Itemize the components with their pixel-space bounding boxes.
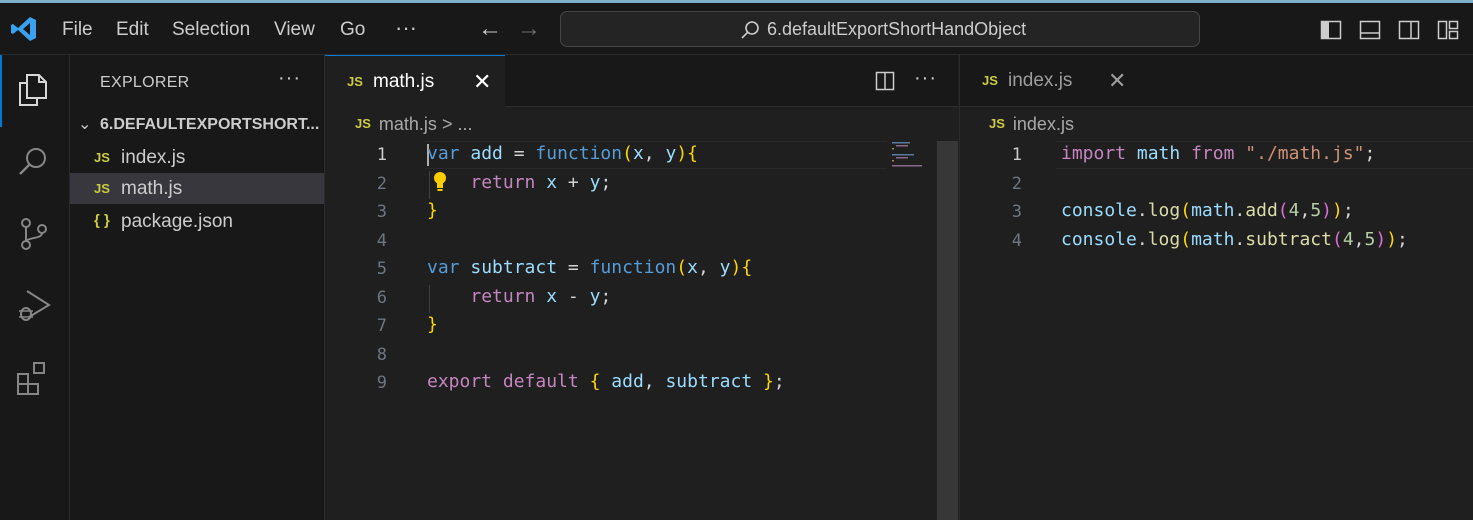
minimap[interactable] bbox=[892, 141, 932, 167]
code-line: var subtract = function(x, y){ bbox=[427, 257, 753, 278]
code-area-math[interactable]: var add = function(x, y){ return x + y; … bbox=[427, 143, 887, 403]
breadcrumb-file: index.js bbox=[1012, 114, 1074, 134]
explorer-sidebar: EXPLORER ··· ⌄ 6.DEFAULTEXPORTSHORT... J… bbox=[70, 55, 325, 520]
file-name: package.json bbox=[121, 211, 233, 232]
toggle-primary-sidebar-icon[interactable] bbox=[1320, 19, 1342, 41]
toggle-panel-icon[interactable] bbox=[1359, 19, 1381, 41]
menu-file[interactable]: File bbox=[62, 19, 93, 41]
activity-bar bbox=[0, 55, 70, 520]
tab-label: math.js bbox=[373, 71, 435, 92]
forward-button[interactable]: → bbox=[517, 15, 541, 43]
js-file-icon: JS bbox=[347, 74, 363, 89]
active-indicator bbox=[0, 55, 2, 127]
js-file-icon: JS bbox=[355, 116, 371, 131]
js-file-icon: JS bbox=[94, 150, 110, 165]
sidebar-title: EXPLORER bbox=[100, 74, 190, 91]
search-icon bbox=[741, 21, 759, 39]
tab-strip: JS math.js ✕ ··· bbox=[325, 55, 958, 107]
code-line: import math from "./math.js"; bbox=[1061, 143, 1376, 164]
code-line: console.log(math.add(4,5)); bbox=[1061, 200, 1354, 221]
tab-label: index.js bbox=[1008, 70, 1073, 91]
line-number: 3 bbox=[1011, 202, 1022, 222]
code-line: var add = function(x, y){ bbox=[427, 143, 698, 164]
search-icon[interactable] bbox=[15, 143, 53, 181]
js-file-icon: JS bbox=[989, 116, 1005, 131]
customize-layout-icon[interactable] bbox=[1437, 19, 1459, 41]
line-number: 4 bbox=[1011, 231, 1022, 251]
tab-strip: JS index.js ✕ bbox=[960, 55, 1473, 107]
file-name: index.js bbox=[121, 147, 186, 168]
menu-edit[interactable]: Edit bbox=[116, 19, 149, 41]
json-file-icon: { } bbox=[94, 212, 110, 229]
vscode-logo-icon bbox=[11, 17, 36, 41]
line-number: 1 bbox=[376, 145, 387, 165]
breadcrumb[interactable]: JS index.js bbox=[989, 114, 1074, 136]
folder-name: 6.DEFAULTEXPORTSHORT... bbox=[100, 116, 320, 133]
menu-selection[interactable]: Selection bbox=[172, 19, 250, 41]
split-editor-icon[interactable] bbox=[875, 71, 895, 91]
editor-group-right: JS index.js ✕ JS index.js 1 2 3 4 import … bbox=[959, 55, 1473, 520]
menu-more-button[interactable]: ··· bbox=[395, 15, 417, 41]
close-icon[interactable]: ✕ bbox=[473, 69, 491, 95]
editor-more-button[interactable]: ··· bbox=[914, 67, 937, 90]
line-number: 2 bbox=[376, 174, 387, 194]
line-number: 7 bbox=[376, 316, 387, 336]
menu-view[interactable]: View bbox=[274, 19, 315, 41]
code-line: } bbox=[427, 314, 438, 335]
explorer-icon[interactable] bbox=[15, 71, 53, 109]
code-line: return x + y; bbox=[470, 172, 612, 193]
line-number: 2 bbox=[1011, 174, 1022, 194]
line-number: 3 bbox=[376, 202, 387, 222]
run-debug-icon[interactable] bbox=[15, 287, 53, 325]
breadcrumb-file: math.js bbox=[378, 114, 437, 134]
source-control-icon[interactable] bbox=[15, 215, 53, 253]
tab-index-js[interactable]: JS index.js ✕ bbox=[960, 55, 1135, 107]
file-name: math.js bbox=[121, 178, 183, 199]
back-button[interactable]: ← bbox=[478, 15, 502, 43]
vertical-scrollbar[interactable] bbox=[937, 141, 958, 520]
line-number: 6 bbox=[376, 288, 387, 308]
line-number: 1 bbox=[1011, 145, 1022, 165]
code-line: export default { add, subtract }; bbox=[427, 371, 785, 392]
folder-root[interactable]: ⌄ 6.DEFAULTEXPORTSHORT... bbox=[70, 110, 325, 140]
command-center-text: 6.defaultExportShortHandObject bbox=[767, 19, 1027, 39]
breadcrumb[interactable]: JS math.js > ... bbox=[355, 114, 472, 136]
close-icon[interactable]: ✕ bbox=[1108, 68, 1126, 94]
editor-group-left: JS math.js ✕ ··· JS math.js > ... 1 2 3 4… bbox=[325, 55, 958, 520]
menu-go[interactable]: Go bbox=[340, 19, 365, 41]
code-line: } bbox=[427, 200, 438, 221]
tab-math-js[interactable]: JS math.js ✕ bbox=[325, 55, 505, 107]
file-item-package[interactable]: { } package.json bbox=[70, 206, 324, 237]
breadcrumb-rest: ... bbox=[457, 114, 473, 134]
chevron-down-icon: ⌄ bbox=[78, 116, 92, 133]
file-item-math[interactable]: JS math.js bbox=[70, 173, 324, 204]
sidebar-more-button[interactable]: ··· bbox=[278, 67, 301, 90]
code-area-index[interactable]: import math from "./math.js"; console.lo… bbox=[1061, 143, 1471, 263]
line-number: 4 bbox=[376, 231, 387, 251]
file-item-index[interactable]: JS index.js bbox=[70, 142, 324, 173]
code-line: return x - y; bbox=[470, 286, 612, 307]
line-number: 9 bbox=[376, 373, 387, 393]
command-center-search[interactable]: 6.defaultExportShortHandObject bbox=[560, 11, 1200, 47]
code-line: console.log(math.subtract(4,5)); bbox=[1061, 229, 1408, 250]
title-bar: File Edit Selection View Go ··· ← → 6.de… bbox=[0, 0, 1473, 55]
breadcrumb-separator: > bbox=[436, 114, 458, 134]
extensions-icon[interactable] bbox=[15, 359, 53, 397]
line-number: 5 bbox=[376, 259, 387, 279]
toggle-secondary-sidebar-icon[interactable] bbox=[1398, 19, 1420, 41]
js-file-icon: JS bbox=[94, 181, 110, 196]
line-number: 8 bbox=[376, 345, 387, 365]
js-file-icon: JS bbox=[982, 73, 998, 88]
